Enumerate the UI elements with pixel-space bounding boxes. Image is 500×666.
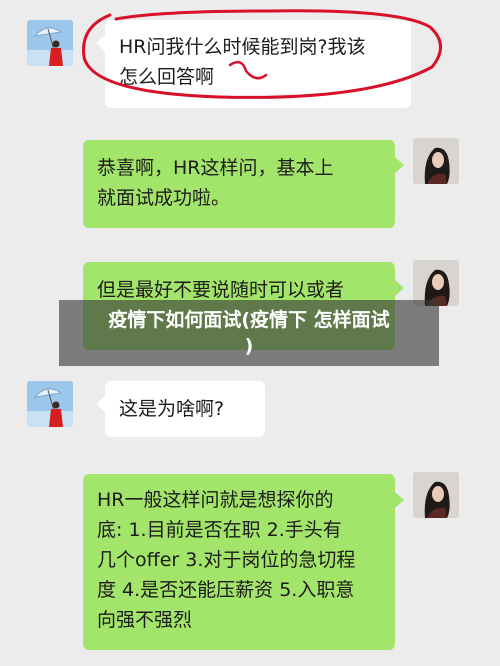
bubble-tail: [395, 157, 404, 173]
umbrella-girl-icon: [27, 381, 73, 427]
self-avatar[interactable]: [413, 138, 459, 184]
article-title: 疫情下如何面试(疫情下 怎样面试 ): [108, 309, 390, 357]
other-avatar[interactable]: [27, 381, 73, 427]
other-avatar[interactable]: [27, 20, 73, 66]
bubble-tail: [96, 396, 105, 412]
umbrella-girl-icon: [27, 20, 73, 66]
chat-message-2[interactable]: 恭喜啊，HR这样问，基本上 就面试成功啦。: [83, 140, 395, 228]
portrait-icon: [413, 472, 459, 518]
chat-message-4[interactable]: 这是为啥啊?: [105, 381, 265, 437]
bubble-tail: [395, 492, 404, 508]
bubble-tail: [395, 280, 404, 296]
chat-message-5[interactable]: HR一般这样问就是想探你的 底: 1.目前是否在职 2.手头有 几个offer …: [83, 474, 395, 650]
self-avatar[interactable]: [413, 472, 459, 518]
article-title-overlay: 疫情下如何面试(疫情下 怎样面试 ): [59, 300, 439, 366]
red-circle-annotation: [82, 9, 442, 99]
portrait-icon: [413, 138, 459, 184]
